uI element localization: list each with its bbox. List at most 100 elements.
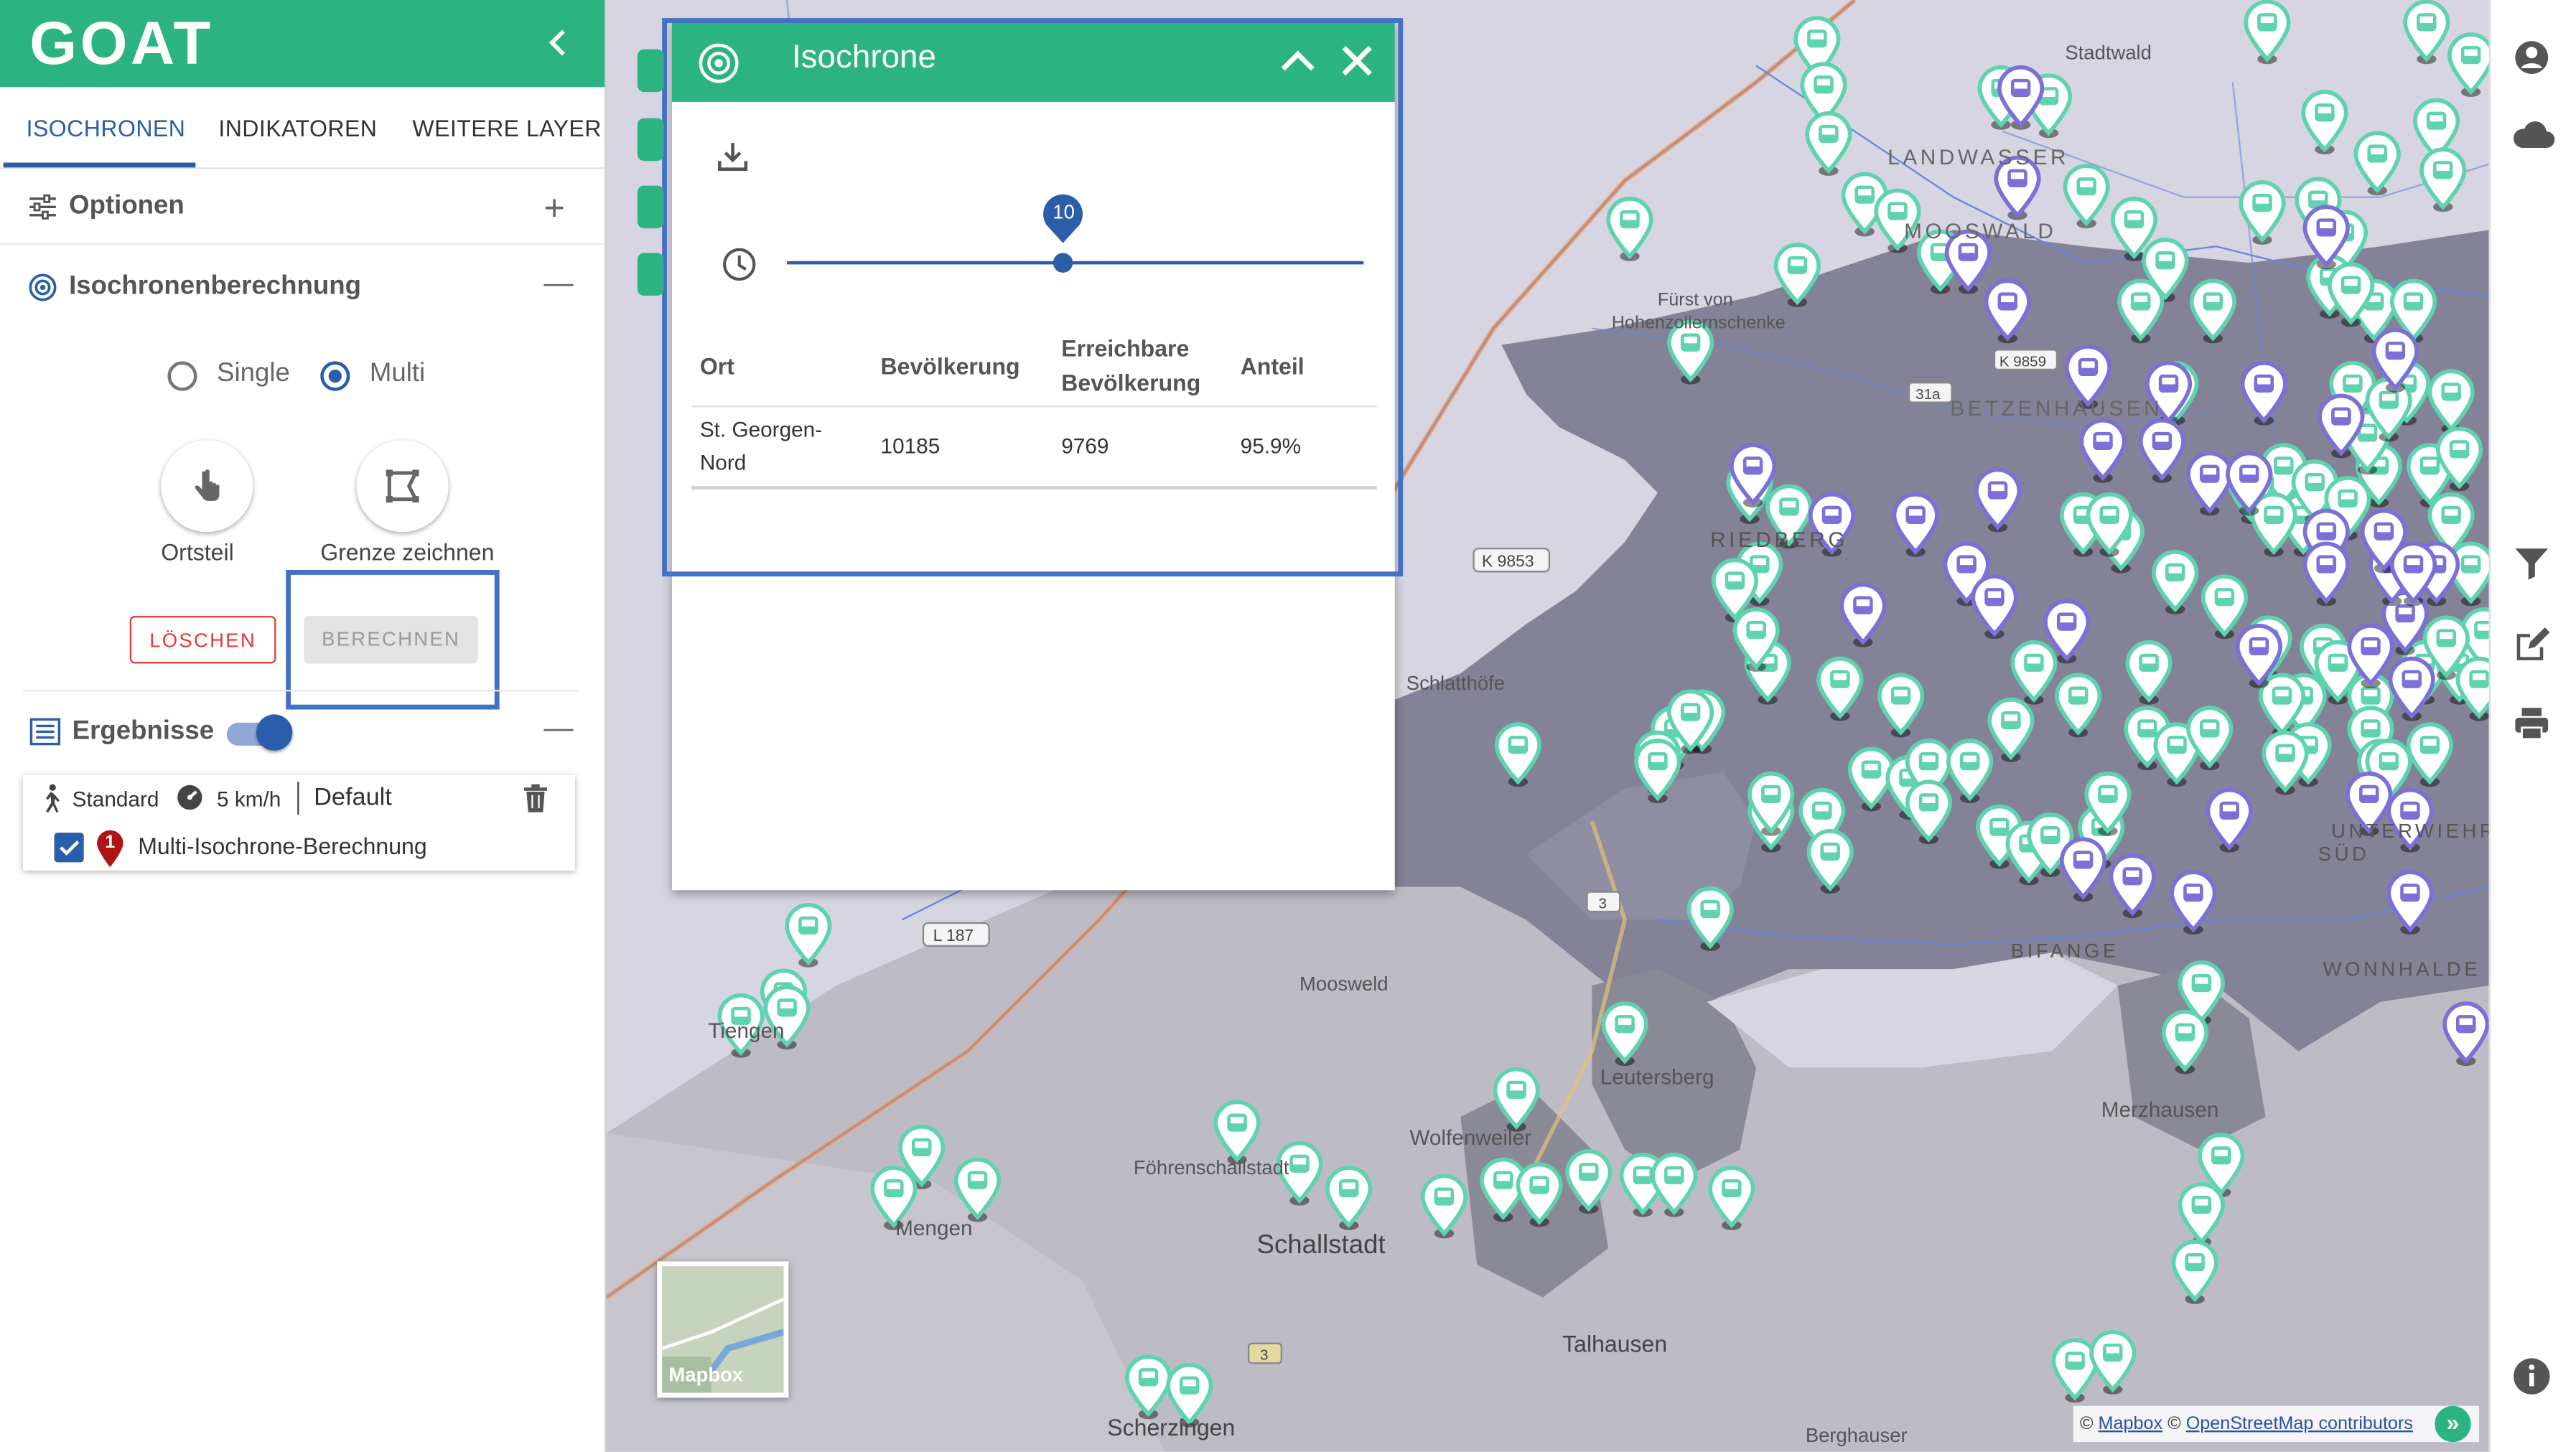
bus-stop-marker[interactable] xyxy=(785,903,832,968)
info-icon xyxy=(2514,1358,2550,1395)
bus-stop-marker[interactable] xyxy=(1805,111,1852,176)
app-logo: GOAT xyxy=(29,9,214,78)
polygon-draw-icon xyxy=(386,469,419,503)
collapse-ergebnisse-button[interactable]: — xyxy=(543,711,573,746)
map-label: Scherzingen xyxy=(1107,1415,1235,1441)
highlight-box-panel xyxy=(662,18,1404,577)
ortsteil-label: Ortsteil xyxy=(161,538,234,566)
map-label: Föhrenschallstadt xyxy=(1134,1156,1289,1179)
tab-indikatoren[interactable]: INDIKATOREN xyxy=(218,115,377,141)
osm-link[interactable]: OpenStreetMap contributors xyxy=(2186,1414,2413,1433)
bus-stop-marker[interactable] xyxy=(2063,164,2110,229)
map-label: Berghauser xyxy=(1806,1424,1908,1446)
print-icon xyxy=(2515,708,2549,741)
road-shield: 3 xyxy=(1586,891,1621,913)
hand-pointer-icon xyxy=(195,469,220,501)
bus-stop-marker[interactable] xyxy=(1606,197,1653,261)
road-shield: L 187 xyxy=(922,922,990,947)
map-tool-button[interactable] xyxy=(637,253,664,296)
bus-stop-marker[interactable] xyxy=(2244,0,2291,65)
bus-stop-marker[interactable] xyxy=(2301,90,2348,155)
cloud-icon xyxy=(2513,121,2555,148)
radio-label-multi: Multi xyxy=(369,360,426,388)
bus-stop-marker[interactable] xyxy=(2403,0,2450,65)
section-title-optionen[interactable]: Optionen xyxy=(69,192,185,222)
delete-result-button[interactable] xyxy=(523,784,549,822)
result-speed: 5 km/h xyxy=(217,787,281,812)
radio-multi[interactable] xyxy=(320,361,350,391)
tab-isochronen[interactable]: ISOCHRONEN xyxy=(27,115,186,141)
map-label: BIFANGE xyxy=(2011,940,2119,962)
bus-stop-marker[interactable] xyxy=(2447,32,2489,98)
collapse-isochronenberechnung-button[interactable]: — xyxy=(543,266,573,301)
svg-text:3: 3 xyxy=(1599,895,1607,912)
map-attribution: © Mapbox © OpenStreetMap contributors xyxy=(2073,1405,2480,1443)
bus-stop-marker[interactable] xyxy=(2419,147,2467,212)
map-tool-button[interactable] xyxy=(637,49,664,93)
trash-icon xyxy=(523,784,548,812)
map-label: UNTERWIEHRE xyxy=(2331,820,2489,842)
user-icon xyxy=(2515,41,2549,74)
road-shield: 3 xyxy=(1247,1342,1283,1364)
svg-text:L 187: L 187 xyxy=(933,926,974,945)
radio-label-single: Single xyxy=(217,360,290,388)
list-icon xyxy=(29,718,61,754)
attribution-copyright: © xyxy=(2167,1414,2181,1434)
map-label: Mengen xyxy=(895,1217,972,1240)
edit-button[interactable] xyxy=(2511,624,2553,667)
map-label: Talhausen xyxy=(1562,1331,1667,1357)
result-mode: Standard xyxy=(72,787,159,812)
basemap-label: Mapbox xyxy=(668,1363,744,1387)
radio-single[interactable] xyxy=(167,361,197,391)
walking-icon xyxy=(38,784,65,822)
road-shield: 31a xyxy=(1908,382,1953,403)
map-label: Wolfenweiler xyxy=(1409,1126,1531,1150)
expand-optionen-button[interactable]: + xyxy=(543,187,564,230)
result-item-label: Multi-Isochrone-Berechnung xyxy=(138,833,427,859)
result-marker-number: 1 xyxy=(105,833,116,853)
map-label: Schallstadt xyxy=(1257,1229,1386,1259)
map-label: Schlatthöfe xyxy=(1406,672,1505,694)
loeschen-button[interactable]: LÖSCHEN xyxy=(129,616,276,664)
grenze-zeichnen-button[interactable] xyxy=(356,440,449,533)
tab-weitere-layer[interactable]: WEITERE LAYER xyxy=(412,115,601,141)
map-label: Moosweld xyxy=(1299,973,1389,995)
info-button[interactable] xyxy=(2511,1355,2553,1397)
section-title-ergebnisse[interactable]: Ergebnisse xyxy=(73,718,214,747)
map-label: WONNHALDE xyxy=(2323,957,2481,980)
map-label: Hohenzollernschenke xyxy=(1612,313,1786,333)
svg-text:K 9853: K 9853 xyxy=(1482,551,1534,570)
section-title-isochronenberechnung[interactable]: Isochronenberechnung xyxy=(69,273,361,302)
filter-button[interactable] xyxy=(2511,542,2553,584)
expand-attribution-button[interactable]: » xyxy=(2435,1405,2471,1443)
svg-text:K 9859: K 9859 xyxy=(1999,353,2046,370)
ortsteil-button[interactable] xyxy=(161,440,253,533)
cloud-button[interactable] xyxy=(2511,115,2555,157)
map-tool-button[interactable] xyxy=(637,185,664,229)
user-button[interactable] xyxy=(2511,36,2553,78)
map-label: SÜD xyxy=(2318,843,2370,865)
divider xyxy=(0,243,605,245)
map-label: MOOSWALD xyxy=(1904,220,2056,243)
road-shield: K 9853 xyxy=(1473,548,1551,573)
map-tool-button[interactable] xyxy=(637,118,664,161)
collapse-sidebar-button[interactable] xyxy=(539,19,579,65)
bus-stop-marker[interactable] xyxy=(2353,131,2401,196)
map-label: Tiengen xyxy=(708,1019,784,1043)
result-profile: Default xyxy=(314,783,392,812)
map-label: Stadtwald xyxy=(2065,41,2152,63)
ergebnisse-toggle-knob[interactable] xyxy=(256,714,293,751)
map-label: LANDWASSER xyxy=(1887,146,2069,169)
print-button[interactable] xyxy=(2511,703,2553,745)
bus-stop-marker[interactable] xyxy=(2239,180,2286,245)
tab-divider xyxy=(0,167,605,169)
check-icon xyxy=(60,840,80,856)
result-checkbox[interactable] xyxy=(54,833,84,863)
active-tab-indicator xyxy=(3,162,196,168)
speedometer-icon xyxy=(176,784,204,820)
map-label: Fürst von xyxy=(1658,290,1733,310)
grenze-zeichnen-label: Grenze zeichnen xyxy=(320,538,495,566)
mapbox-link[interactable]: Mapbox xyxy=(2099,1414,2163,1433)
road-shield: K 9859 xyxy=(1993,349,2058,371)
highlight-box-berechnen xyxy=(286,570,500,710)
